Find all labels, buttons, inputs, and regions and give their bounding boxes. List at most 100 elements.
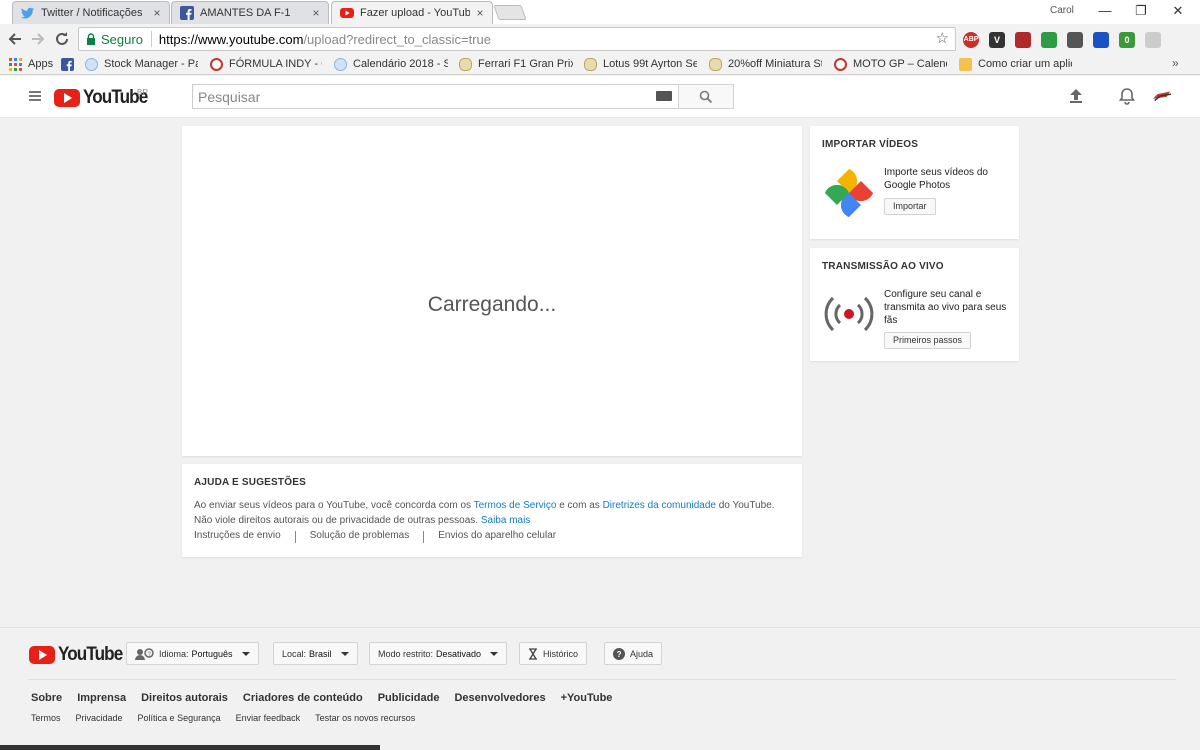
close-tab-icon[interactable]: × [151,6,163,20]
bookmark-como-criar[interactable]: Como criar um aplica [959,56,1072,72]
footer-link-criadores[interactable]: Criadores de conteúdo [243,692,363,704]
close-tab-icon[interactable]: × [310,6,322,20]
lock-icon [87,33,95,45]
help-text: Ao enviar seus vídeos para o YouTube, vo… [194,498,784,528]
app-create-icon [959,57,972,71]
bookmark-label: MOTO GP – Calendár [853,58,947,70]
tab-title: Fazer upload - YouTube [360,7,470,19]
bookmark-apps[interactable]: Apps [9,56,53,72]
live-title: TRANSMISSÃO AO VIVO [822,261,944,272]
search-input[interactable] [193,85,678,108]
help-button[interactable]: ? Ajuda [604,642,663,665]
bookmark-miniatura[interactable]: 20%off Miniatura Sto [709,56,822,72]
url-host: https://www.youtube.com [158,31,304,47]
bookmark-star-icon[interactable]: ☆ [936,29,949,47]
help-text-part: e com as [556,500,603,511]
profile-name[interactable]: Carol [1050,5,1074,16]
footer-youtube-logo[interactable]: YouTube [29,644,129,666]
bookmark-lotus[interactable]: Lotus 99t Ayrton Sen [584,56,697,72]
minimize-icon[interactable]: — [1090,2,1120,20]
footer-link-feedback[interactable]: Enviar feedback [236,713,301,723]
address-bar[interactable]: Seguro https://www.youtube.com/upload?re… [78,27,956,51]
globe-ext-icon[interactable] [1067,32,1083,48]
restricted-value: Desativado [436,648,482,659]
restricted-label: Modo restrito: [378,648,434,659]
bookmark-ferrari[interactable]: Ferrari F1 Gran Prix S [459,56,573,72]
guide-menu-icon[interactable] [29,91,41,101]
footer-link-novos-recursos[interactable]: Testar os novos recursos [315,713,415,723]
tab-twitter[interactable]: Twitter / Notificações × [12,1,170,24]
language-people-icon: ? [135,647,154,660]
green-ext-icon[interactable]: 0 [1119,32,1135,48]
footer-link-imprensa[interactable]: Imprensa [77,692,126,704]
indy-icon [210,57,223,71]
troubleshooting-link[interactable]: Solução de problemas [296,530,424,543]
learn-more-link[interactable]: Saiba mais [481,515,530,526]
bookmark-label: FÓRMULA INDY - Ca [229,58,322,70]
bookmark-label: Calendário 2018 - Sto [353,58,448,70]
youtube-logo[interactable]: YouTube BR [54,87,154,109]
tab-title: Twitter / Notificações [41,7,143,19]
search-icon [699,90,713,104]
chart-ext-icon[interactable] [1015,32,1031,48]
miniatura-icon [709,57,722,71]
footer-link-privacidade[interactable]: Privacidade [76,713,123,723]
live-streaming-card: TRANSMISSÃO AO VIVO Configure seu canal … [810,248,1019,361]
footer-link-sobre[interactable]: Sobre [31,692,62,704]
restricted-mode-picker[interactable]: Modo restrito: Desativado [369,642,508,665]
terms-link[interactable]: Termos de Serviço [474,500,557,511]
footer-link-plus-youtube[interactable]: +YouTube [561,692,613,704]
download-ext-icon[interactable] [1041,32,1057,48]
new-tab-button[interactable] [493,5,527,20]
history-label: Histórico [543,648,579,659]
notifications-bell-icon[interactable] [1117,86,1137,106]
footer-primary-links: Sobre Imprensa Direitos autorais Criador… [31,692,627,704]
facebook-icon [180,6,194,20]
footer-link-desenvolvedores[interactable]: Desenvolvedores [454,692,545,704]
upload-icon[interactable] [1066,86,1086,106]
footer-link-politica[interactable]: Política e Segurança [138,713,221,723]
import-button[interactable]: Importar [884,198,936,215]
help-label: Ajuda [630,648,654,659]
language-picker[interactable]: ? Idioma: Português [126,642,259,665]
mobile-uploads-link[interactable]: Envios do aparelho celular [424,530,570,543]
adblock-plus-icon[interactable]: ABP [963,32,979,48]
footer: YouTube ? Idioma: Português Local: Brasil … [0,627,1200,750]
tab-youtube-upload[interactable]: Fazer upload - YouTube × [331,1,493,24]
bookmark-motogp[interactable]: MOTO GP – Calendár [834,56,947,72]
footer-link-direitos-autorais[interactable]: Direitos autorais [141,692,228,704]
bookmark-calendario[interactable]: Calendário 2018 - Sto [334,56,448,72]
reload-icon[interactable] [51,28,73,50]
ferrari-icon [459,57,472,71]
loading-text: Carregando... [427,293,557,316]
omnibox-divider [150,31,152,47]
bookmark-formula-indy[interactable]: FÓRMULA INDY - Ca [210,56,322,72]
clapper-ext-icon[interactable] [1093,32,1109,48]
footer-link-publicidade[interactable]: Publicidade [378,692,440,704]
back-arrow-icon[interactable] [4,28,26,50]
bookmark-stock-manager[interactable]: Stock Manager - Palp [85,56,198,72]
guidelines-link[interactable]: Diretrizes da comunidade [603,500,716,511]
dropdown-caret-icon [241,651,250,656]
avatar[interactable] [1152,86,1172,106]
close-tab-icon[interactable]: × [474,6,486,20]
history-button[interactable]: Histórico [519,642,588,665]
footer-link-termos[interactable]: Termos [31,713,61,723]
location-picker[interactable]: Local: Brasil [273,642,358,665]
bookmarks-overflow-icon[interactable]: » [1172,56,1179,70]
help-links: Instruções de envio Solução de problemas… [194,530,570,543]
search-button[interactable] [678,84,734,109]
bookmark-label: 20%off Miniatura Sto [728,58,822,70]
restore-icon[interactable]: ❐ [1126,2,1156,20]
upload-instructions-link[interactable]: Instruções de envio [194,530,295,543]
bookmark-facebook[interactable] [61,56,80,72]
get-started-button[interactable]: Primeiros passos [884,332,972,349]
close-window-icon[interactable]: ✕ [1163,2,1193,20]
vimeo-ext-icon[interactable]: V [989,32,1005,48]
keyboard-icon[interactable] [656,91,672,101]
bookmark-label: Stock Manager - Palp [104,58,198,70]
gray-ext-icon[interactable] [1145,32,1161,48]
bookmark-label: Ferrari F1 Gran Prix S [478,58,573,70]
tab-facebook[interactable]: AMANTES DA F-1 × [171,1,329,24]
forward-arrow-icon[interactable] [27,28,49,50]
